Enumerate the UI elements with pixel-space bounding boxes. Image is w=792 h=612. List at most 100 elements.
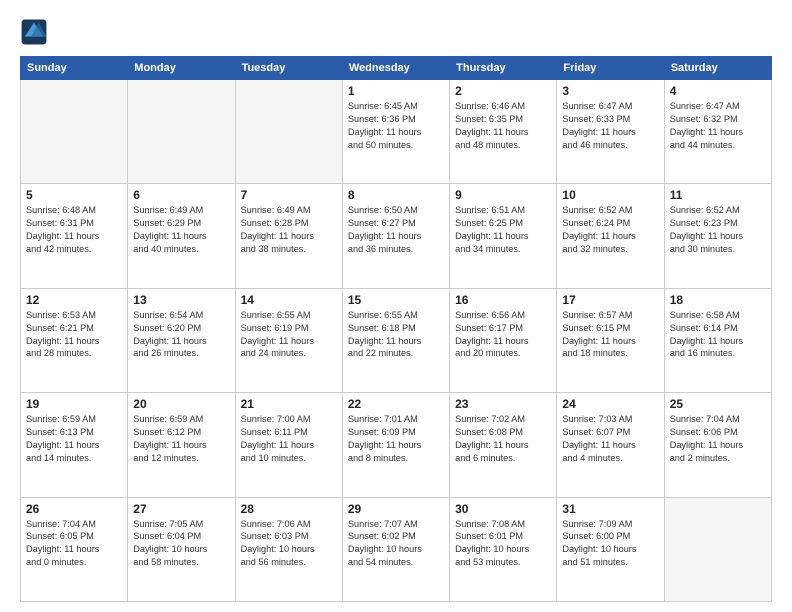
calendar-cell: 15 Sunrise: 6:55 AM Sunset: 6:18 PM Dayli… (342, 288, 449, 392)
day-number: 27 (133, 502, 229, 516)
day-info: Sunrise: 7:04 AM Sunset: 6:05 PM Dayligh… (26, 518, 122, 570)
calendar-cell: 13 Sunrise: 6:54 AM Sunset: 6:20 PM Dayli… (128, 288, 235, 392)
calendar-week-row: 19 Sunrise: 6:59 AM Sunset: 6:13 PM Dayli… (21, 393, 772, 497)
day-info: Sunrise: 7:06 AM Sunset: 6:03 PM Dayligh… (241, 518, 337, 570)
weekday-header: Thursday (450, 57, 557, 80)
calendar-cell (21, 80, 128, 184)
day-info: Sunrise: 6:52 AM Sunset: 6:24 PM Dayligh… (562, 204, 658, 256)
day-number: 9 (455, 188, 551, 202)
calendar-cell: 17 Sunrise: 6:57 AM Sunset: 6:15 PM Dayli… (557, 288, 664, 392)
day-info: Sunrise: 7:01 AM Sunset: 6:09 PM Dayligh… (348, 413, 444, 465)
day-info: Sunrise: 6:49 AM Sunset: 6:29 PM Dayligh… (133, 204, 229, 256)
day-number: 13 (133, 293, 229, 307)
calendar-cell: 14 Sunrise: 6:55 AM Sunset: 6:19 PM Dayli… (235, 288, 342, 392)
calendar-cell: 18Sunrise: 6:58 AM Sunset: 6:14 PM Dayli… (664, 288, 771, 392)
calendar-week-row: 26 Sunrise: 7:04 AM Sunset: 6:05 PM Dayli… (21, 497, 772, 601)
day-number: 7 (241, 188, 337, 202)
day-info: Sunrise: 7:08 AM Sunset: 6:01 PM Dayligh… (455, 518, 551, 570)
day-number: 8 (348, 188, 444, 202)
calendar-cell: 22 Sunrise: 7:01 AM Sunset: 6:09 PM Dayli… (342, 393, 449, 497)
calendar-cell: 8 Sunrise: 6:50 AM Sunset: 6:27 PM Daylig… (342, 184, 449, 288)
day-number: 20 (133, 397, 229, 411)
day-number: 3 (562, 84, 658, 98)
day-info: Sunrise: 6:45 AM Sunset: 6:36 PM Dayligh… (348, 100, 444, 152)
day-number: 23 (455, 397, 551, 411)
calendar-cell: 28 Sunrise: 7:06 AM Sunset: 6:03 PM Dayli… (235, 497, 342, 601)
weekday-header: Sunday (21, 57, 128, 80)
day-number: 14 (241, 293, 337, 307)
day-info: Sunrise: 6:49 AM Sunset: 6:28 PM Dayligh… (241, 204, 337, 256)
calendar-cell: 26 Sunrise: 7:04 AM Sunset: 6:05 PM Dayli… (21, 497, 128, 601)
day-info: Sunrise: 6:54 AM Sunset: 6:20 PM Dayligh… (133, 309, 229, 361)
day-info: Sunrise: 6:57 AM Sunset: 6:15 PM Dayligh… (562, 309, 658, 361)
day-number: 31 (562, 502, 658, 516)
calendar-cell: 25 Sunrise: 7:04 AM Sunset: 6:06 PM Dayli… (664, 393, 771, 497)
day-info: Sunrise: 6:58 AM Sunset: 6:14 PM Dayligh… (670, 309, 766, 361)
calendar-week-row: 12Sunrise: 6:53 AM Sunset: 6:21 PM Dayli… (21, 288, 772, 392)
calendar-cell: 12Sunrise: 6:53 AM Sunset: 6:21 PM Dayli… (21, 288, 128, 392)
day-info: Sunrise: 6:59 AM Sunset: 6:13 PM Dayligh… (26, 413, 122, 465)
weekday-header: Friday (557, 57, 664, 80)
day-info: Sunrise: 7:00 AM Sunset: 6:11 PM Dayligh… (241, 413, 337, 465)
calendar-cell: 7 Sunrise: 6:49 AM Sunset: 6:28 PM Daylig… (235, 184, 342, 288)
day-number: 4 (670, 84, 766, 98)
day-info: Sunrise: 6:52 AM Sunset: 6:23 PM Dayligh… (670, 204, 766, 256)
day-info: Sunrise: 6:47 AM Sunset: 6:33 PM Dayligh… (562, 100, 658, 152)
day-info: Sunrise: 6:51 AM Sunset: 6:25 PM Dayligh… (455, 204, 551, 256)
calendar-cell: 29 Sunrise: 7:07 AM Sunset: 6:02 PM Dayli… (342, 497, 449, 601)
calendar-cell: 6 Sunrise: 6:49 AM Sunset: 6:29 PM Daylig… (128, 184, 235, 288)
calendar-cell: 30 Sunrise: 7:08 AM Sunset: 6:01 PM Dayli… (450, 497, 557, 601)
calendar-cell (235, 80, 342, 184)
day-number: 11 (670, 188, 766, 202)
day-info: Sunrise: 7:02 AM Sunset: 6:08 PM Dayligh… (455, 413, 551, 465)
day-info: Sunrise: 6:55 AM Sunset: 6:19 PM Dayligh… (241, 309, 337, 361)
day-number: 26 (26, 502, 122, 516)
day-number: 19 (26, 397, 122, 411)
day-number: 5 (26, 188, 122, 202)
calendar-cell: 20Sunrise: 6:59 AM Sunset: 6:12 PM Dayli… (128, 393, 235, 497)
day-number: 1 (348, 84, 444, 98)
day-number: 28 (241, 502, 337, 516)
calendar-table: SundayMondayTuesdayWednesdayThursdayFrid… (20, 56, 772, 602)
day-number: 21 (241, 397, 337, 411)
day-number: 25 (670, 397, 766, 411)
calendar-week-row: 5Sunrise: 6:48 AM Sunset: 6:31 PM Daylig… (21, 184, 772, 288)
day-number: 30 (455, 502, 551, 516)
calendar-header: SundayMondayTuesdayWednesdayThursdayFrid… (21, 57, 772, 80)
day-number: 6 (133, 188, 229, 202)
calendar-cell: 19 Sunrise: 6:59 AM Sunset: 6:13 PM Dayli… (21, 393, 128, 497)
day-number: 2 (455, 84, 551, 98)
calendar-week-row: 1 Sunrise: 6:45 AM Sunset: 6:36 PM Daylig… (21, 80, 772, 184)
logo-icon (20, 18, 48, 46)
weekday-header: Monday (128, 57, 235, 80)
day-info: Sunrise: 6:55 AM Sunset: 6:18 PM Dayligh… (348, 309, 444, 361)
day-info: Sunrise: 6:47 AM Sunset: 6:32 PM Dayligh… (670, 100, 766, 152)
day-number: 29 (348, 502, 444, 516)
calendar-cell: 9 Sunrise: 6:51 AM Sunset: 6:25 PM Daylig… (450, 184, 557, 288)
day-number: 15 (348, 293, 444, 307)
day-info: Sunrise: 7:04 AM Sunset: 6:06 PM Dayligh… (670, 413, 766, 465)
day-number: 22 (348, 397, 444, 411)
weekday-header: Saturday (664, 57, 771, 80)
day-number: 12 (26, 293, 122, 307)
day-info: Sunrise: 7:07 AM Sunset: 6:02 PM Dayligh… (348, 518, 444, 570)
day-info: Sunrise: 6:56 AM Sunset: 6:17 PM Dayligh… (455, 309, 551, 361)
calendar-cell: 31 Sunrise: 7:09 AM Sunset: 6:00 PM Dayli… (557, 497, 664, 601)
day-number: 24 (562, 397, 658, 411)
day-info: Sunrise: 7:09 AM Sunset: 6:00 PM Dayligh… (562, 518, 658, 570)
calendar-cell: 3 Sunrise: 6:47 AM Sunset: 6:33 PM Daylig… (557, 80, 664, 184)
day-info: Sunrise: 7:03 AM Sunset: 6:07 PM Dayligh… (562, 413, 658, 465)
calendar-cell: 5Sunrise: 6:48 AM Sunset: 6:31 PM Daylig… (21, 184, 128, 288)
weekday-header: Wednesday (342, 57, 449, 80)
calendar-body: 1 Sunrise: 6:45 AM Sunset: 6:36 PM Daylig… (21, 80, 772, 602)
weekday-header: Tuesday (235, 57, 342, 80)
calendar-cell: 27Sunrise: 7:05 AM Sunset: 6:04 PM Dayli… (128, 497, 235, 601)
calendar-cell: 4 Sunrise: 6:47 AM Sunset: 6:32 PM Daylig… (664, 80, 771, 184)
calendar-cell: 16Sunrise: 6:56 AM Sunset: 6:17 PM Dayli… (450, 288, 557, 392)
day-info: Sunrise: 6:50 AM Sunset: 6:27 PM Dayligh… (348, 204, 444, 256)
page: SundayMondayTuesdayWednesdayThursdayFrid… (0, 0, 792, 612)
day-number: 17 (562, 293, 658, 307)
calendar-cell: 24 Sunrise: 7:03 AM Sunset: 6:07 PM Dayli… (557, 393, 664, 497)
header (20, 18, 772, 46)
day-number: 10 (562, 188, 658, 202)
